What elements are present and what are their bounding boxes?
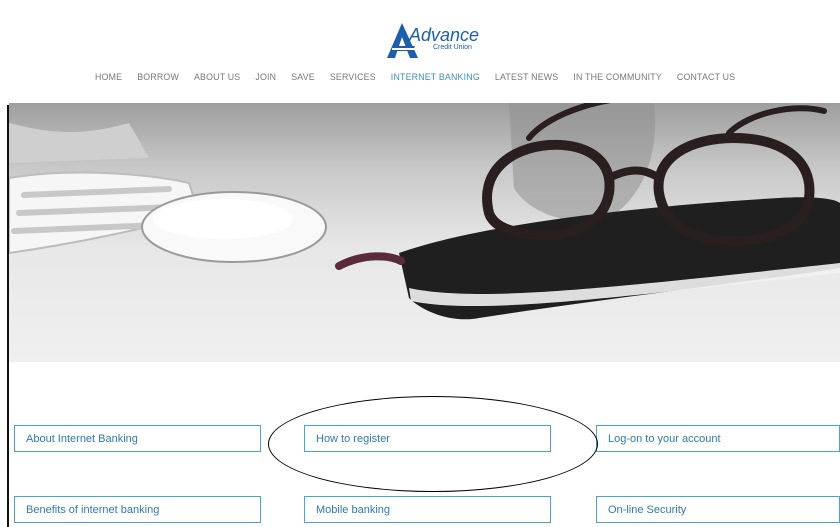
benefits-of-internet-banking-button[interactable]: Benefits of internet banking bbox=[14, 496, 261, 523]
mobile-banking-button[interactable]: Mobile banking bbox=[304, 496, 551, 523]
annotation-circle bbox=[268, 396, 598, 492]
online-security-button[interactable]: On-line Security bbox=[596, 496, 840, 523]
about-internet-banking-button[interactable]: About Internet Banking bbox=[14, 425, 261, 452]
internet-banking-links: About Internet Banking How to register L… bbox=[0, 0, 840, 527]
log-on-button[interactable]: Log-on to your account bbox=[596, 425, 840, 452]
